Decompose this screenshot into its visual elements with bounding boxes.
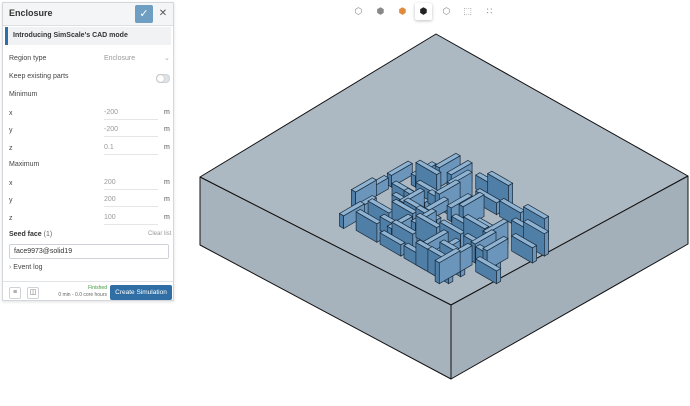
box-outline-icon[interactable]: ⬡ xyxy=(350,3,367,20)
status-text: Finished xyxy=(88,285,107,291)
region-type-select[interactable]: Enclosure xyxy=(104,55,135,62)
close-button[interactable]: ✕ xyxy=(155,5,171,23)
max-x-input[interactable]: 200 xyxy=(104,176,158,190)
max-z-label: z xyxy=(9,215,13,222)
min-y-input[interactable]: -200 xyxy=(104,123,158,137)
list-icon[interactable]: ≡ xyxy=(9,287,21,299)
box-dotted-icon[interactable]: ⬡ xyxy=(438,3,455,20)
minimum-label: Minimum xyxy=(9,91,38,98)
building-face[interactable] xyxy=(434,259,440,285)
panel-title: Enclosure xyxy=(9,8,53,18)
create-simulation-button[interactable]: Create Simulation xyxy=(110,285,172,300)
seed-face-count: (1) xyxy=(43,231,53,238)
keep-parts-label: Keep existing parts xyxy=(9,73,69,80)
enclosure-panel: Enclosure ✓ ✕ Introducing SimScale's CAD… xyxy=(2,2,174,301)
building-face[interactable] xyxy=(544,230,549,257)
seed-face-title: Seed face xyxy=(9,231,42,238)
box-select-icon[interactable]: ⬚ xyxy=(459,3,476,20)
max-x-label: x xyxy=(9,180,13,187)
seed-face-field[interactable]: face9973@solid19 xyxy=(9,244,169,259)
maximum-label: Maximum xyxy=(9,161,40,168)
min-z-input[interactable]: 0.1 xyxy=(104,141,158,155)
min-x-input[interactable]: -200 xyxy=(104,106,158,120)
region-type-row: Region type Enclosure ⌄ xyxy=(3,52,173,67)
min-x-unit: m xyxy=(164,109,170,116)
box-shaded-icon[interactable]: ⬢ xyxy=(372,3,389,20)
event-log-label: Event log xyxy=(13,264,43,271)
panel-header: Enclosure ✓ ✕ xyxy=(3,3,173,26)
chevron-right-icon: › xyxy=(9,264,12,271)
event-log-toggle[interactable]: › Event log xyxy=(9,264,42,271)
max-y-unit: m xyxy=(164,196,170,203)
keep-parts-row: Keep existing parts xyxy=(3,70,173,85)
min-x-label: x xyxy=(9,110,13,117)
clear-list-link[interactable]: Clear list xyxy=(148,231,171,237)
max-z-input[interactable]: 100 xyxy=(104,211,158,225)
box-orange-icon[interactable]: ⬢ xyxy=(394,3,411,20)
node-icon[interactable]: ∷ xyxy=(481,3,498,20)
view-toolbar: ⬡ ⬢ ⬢ ⬢ ⬡ ⬚ ∷ xyxy=(350,3,516,22)
core-hours-text: 0 min - 0.0 core hours xyxy=(58,292,107,298)
min-z-unit: m xyxy=(164,144,170,151)
trash-icon[interactable]: ◫ xyxy=(27,287,39,299)
max-z-unit: m xyxy=(164,214,170,221)
max-y-input[interactable]: 200 xyxy=(104,193,158,207)
min-y-label: y xyxy=(9,127,13,134)
region-type-label: Region type xyxy=(9,55,47,62)
box-selected-icon[interactable]: ⬢ xyxy=(415,3,432,20)
keep-parts-toggle[interactable] xyxy=(156,74,170,83)
panel-footer: ≡ ◫ Finished 0 min - 0.0 core hours Crea… xyxy=(3,281,173,302)
cad-mode-banner[interactable]: Introducing SimScale's CAD mode xyxy=(5,27,171,45)
chevron-down-icon[interactable]: ⌄ xyxy=(164,54,170,62)
seed-face-label: Seed face (1) xyxy=(9,231,52,238)
max-x-unit: m xyxy=(164,179,170,186)
confirm-button[interactable]: ✓ xyxy=(135,5,153,23)
max-y-label: y xyxy=(9,197,13,204)
building-face[interactable] xyxy=(532,244,537,264)
min-z-label: z xyxy=(9,145,13,152)
min-y-unit: m xyxy=(164,126,170,133)
